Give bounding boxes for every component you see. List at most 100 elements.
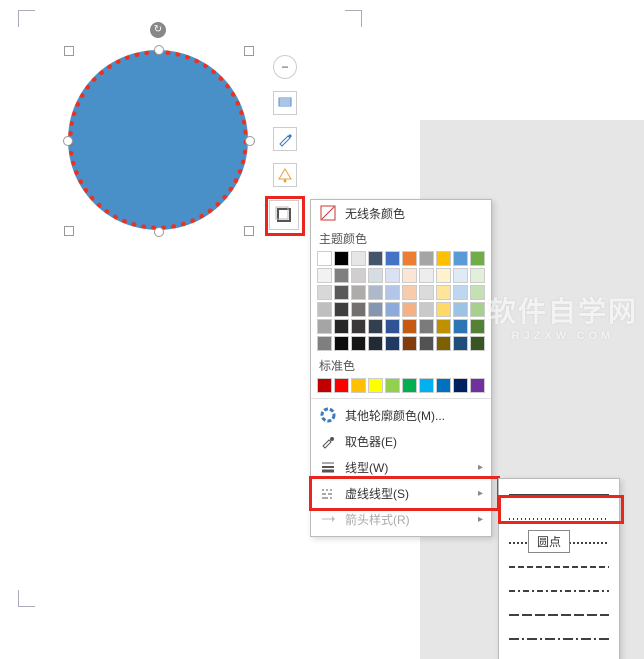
color-swatch[interactable] — [402, 285, 417, 300]
color-swatch[interactable] — [402, 268, 417, 283]
color-swatch[interactable] — [385, 268, 400, 283]
eyedropper-item[interactable]: 取色器(E) — [311, 428, 491, 454]
color-swatch[interactable] — [317, 285, 332, 300]
color-swatch[interactable] — [453, 251, 468, 266]
floating-toolbar: − — [273, 55, 297, 199]
color-swatch[interactable] — [402, 336, 417, 351]
effects-button[interactable] — [273, 163, 297, 187]
color-swatch[interactable] — [317, 302, 332, 317]
color-swatch[interactable] — [419, 268, 434, 283]
color-swatch[interactable] — [419, 285, 434, 300]
color-swatch[interactable] — [351, 302, 366, 317]
color-swatch[interactable] — [470, 302, 485, 317]
more-colors-item[interactable]: 其他轮廓颜色(M)... — [311, 402, 491, 428]
color-swatch[interactable] — [351, 268, 366, 283]
eyedropper-label: 取色器(E) — [345, 433, 397, 450]
outline-menu: 无线条颜色 主题颜色 标准色 其他轮廓颜色(M)... 取色器(E) 线型(W)… — [310, 199, 492, 537]
color-swatch[interactable] — [385, 285, 400, 300]
color-swatch[interactable] — [317, 378, 332, 393]
color-swatch[interactable] — [436, 302, 451, 317]
color-swatch[interactable] — [368, 302, 383, 317]
color-swatch[interactable] — [368, 319, 383, 334]
color-swatch[interactable] — [470, 319, 485, 334]
color-swatch[interactable] — [453, 378, 468, 393]
color-swatch[interactable] — [334, 336, 349, 351]
color-swatch[interactable] — [419, 336, 434, 351]
collapse-button[interactable]: − — [273, 55, 297, 79]
color-swatch[interactable] — [402, 251, 417, 266]
color-swatch[interactable] — [317, 319, 332, 334]
color-swatch[interactable] — [419, 319, 434, 334]
color-swatch[interactable] — [436, 251, 451, 266]
color-swatch[interactable] — [351, 251, 366, 266]
color-swatch[interactable] — [470, 336, 485, 351]
dash-option-long-dash-dot-dot[interactable] — [499, 651, 619, 659]
dash-option-dash[interactable] — [499, 555, 619, 579]
color-swatch[interactable] — [436, 319, 451, 334]
fill-button[interactable] — [273, 91, 297, 115]
color-swatch[interactable] — [453, 302, 468, 317]
color-swatch[interactable] — [453, 319, 468, 334]
color-swatch[interactable] — [317, 336, 332, 351]
color-swatch[interactable] — [402, 302, 417, 317]
color-swatch[interactable] — [419, 251, 434, 266]
dash-option-dash-dot[interactable] — [499, 579, 619, 603]
color-swatch[interactable] — [385, 378, 400, 393]
resize-handle-r[interactable] — [245, 136, 255, 146]
color-swatch[interactable] — [419, 302, 434, 317]
color-swatch[interactable] — [334, 378, 349, 393]
color-swatch[interactable] — [368, 378, 383, 393]
resize-handle-bl[interactable] — [64, 226, 74, 236]
dash-option-long-dash-dot[interactable] — [499, 627, 619, 651]
selected-shape[interactable]: ↻ — [68, 50, 248, 230]
color-swatch[interactable] — [334, 302, 349, 317]
color-swatch[interactable] — [317, 251, 332, 266]
color-swatch[interactable] — [368, 268, 383, 283]
pen-button[interactable] — [273, 127, 297, 151]
color-swatch[interactable] — [453, 336, 468, 351]
color-swatch[interactable] — [351, 319, 366, 334]
color-swatch[interactable] — [419, 378, 434, 393]
resize-handle-tr[interactable] — [244, 46, 254, 56]
color-swatch[interactable] — [351, 336, 366, 351]
dash-option-long-dash[interactable] — [499, 603, 619, 627]
rotate-handle[interactable]: ↻ — [150, 22, 166, 38]
color-swatch[interactable] — [402, 378, 417, 393]
color-swatch[interactable] — [436, 285, 451, 300]
outline-button[interactable] — [269, 200, 299, 230]
color-swatch[interactable] — [385, 319, 400, 334]
resize-handle-b[interactable] — [154, 227, 164, 237]
color-swatch[interactable] — [436, 268, 451, 283]
color-swatch[interactable] — [470, 268, 485, 283]
color-swatch[interactable] — [368, 285, 383, 300]
color-swatch[interactable] — [317, 268, 332, 283]
color-swatch[interactable] — [436, 378, 451, 393]
circle-shape[interactable] — [68, 50, 248, 230]
color-swatch[interactable] — [385, 302, 400, 317]
color-swatch[interactable] — [402, 319, 417, 334]
menu-separator — [311, 398, 491, 399]
color-swatch[interactable] — [368, 251, 383, 266]
color-swatch[interactable] — [351, 285, 366, 300]
color-swatch[interactable] — [334, 285, 349, 300]
color-swatch[interactable] — [334, 251, 349, 266]
color-swatch[interactable] — [385, 251, 400, 266]
color-swatch[interactable] — [453, 268, 468, 283]
color-swatch[interactable] — [368, 336, 383, 351]
color-swatch[interactable] — [470, 251, 485, 266]
resize-handle-t[interactable] — [154, 45, 164, 55]
color-swatch[interactable] — [470, 378, 485, 393]
color-swatch[interactable] — [334, 268, 349, 283]
color-swatch[interactable] — [470, 285, 485, 300]
weight-item[interactable]: 线型(W) ▸ — [311, 454, 491, 480]
color-swatch[interactable] — [334, 319, 349, 334]
color-swatch[interactable] — [436, 336, 451, 351]
color-swatch[interactable] — [351, 378, 366, 393]
resize-handle-br[interactable] — [244, 226, 254, 236]
no-outline-item[interactable]: 无线条颜色 — [311, 200, 491, 226]
resize-handle-l[interactable] — [63, 136, 73, 146]
resize-handle-tl[interactable] — [64, 46, 74, 56]
dashes-item[interactable]: 虚线线型(S) ▸ — [311, 480, 491, 506]
color-swatch[interactable] — [385, 336, 400, 351]
color-swatch[interactable] — [453, 285, 468, 300]
